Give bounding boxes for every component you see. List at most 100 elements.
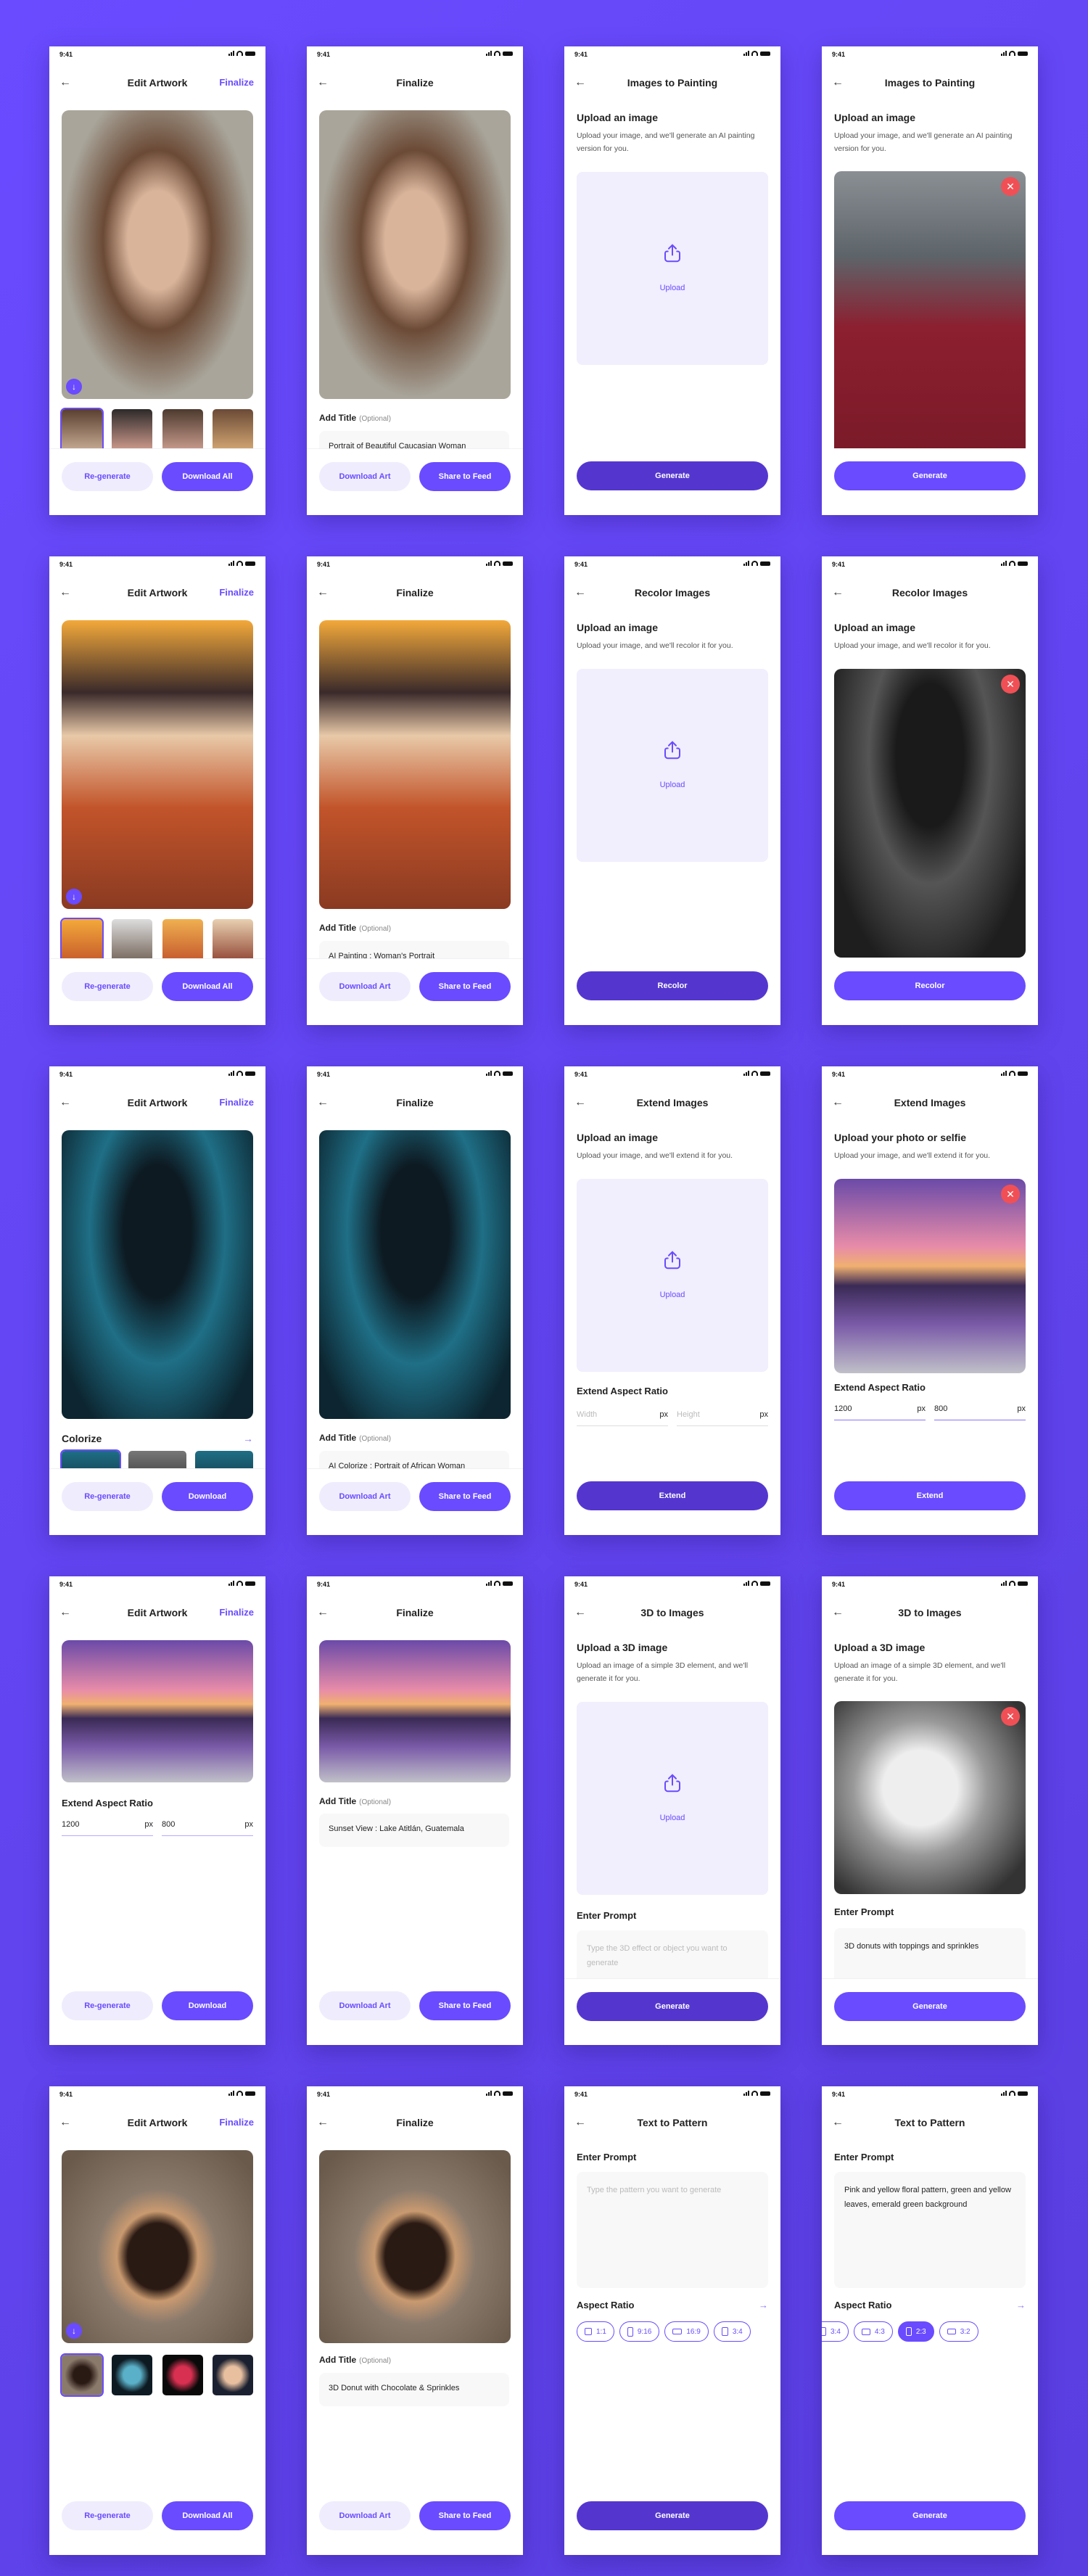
extend-button[interactable]: Extend [834, 1481, 1026, 1510]
finalize-link[interactable]: Finalize [219, 75, 254, 90]
generate-button[interactable]: Generate [577, 2501, 768, 2530]
status-time: 9:41 [317, 1581, 331, 1588]
regenerate-button[interactable]: Re-generate [62, 972, 153, 1001]
prompt-input[interactable]: Pink and yellow floral pattern, green an… [834, 2172, 1026, 2288]
arrow-right-icon[interactable]: → [1016, 2300, 1026, 2310]
screen-3d-empty: 9:41 ← 3D to Images Upload a 3D image Upl… [564, 1576, 780, 2045]
height-input[interactable]: Height px [677, 1407, 768, 1426]
finalize-link[interactable]: Finalize [219, 1095, 254, 1110]
thumbnail[interactable] [112, 2355, 153, 2395]
remove-image-icon[interactable]: ✕ [1001, 1707, 1020, 1726]
regenerate-button[interactable]: Re-generate [62, 462, 153, 491]
download-button[interactable]: Download [162, 1482, 253, 1511]
remove-image-icon[interactable]: ✕ [1001, 675, 1020, 694]
upload-area[interactable]: Upload [577, 172, 768, 365]
add-title-label: Add Title (Optional) [319, 1433, 392, 1443]
arrow-right-icon[interactable]: → [243, 1433, 253, 1444]
status-bar: 9:41 [822, 2086, 1038, 2102]
title-input[interactable]: Sunset View : Lake Atitlán, Guatemala [319, 1814, 509, 1847]
prompt-input[interactable]: 3D donuts with toppings and sprinkles [834, 1928, 1026, 1986]
download-all-button[interactable]: Download All [162, 2501, 253, 2530]
wifi-icon [236, 561, 243, 566]
recolor-button[interactable]: Recolor [577, 971, 768, 1000]
generate-button[interactable]: Generate [834, 461, 1026, 490]
remove-image-icon[interactable]: ✕ [1001, 1185, 1020, 1203]
battery-icon [760, 2091, 770, 2096]
aspect-ratio-heading: Extend Aspect Ratio [577, 1386, 668, 1396]
generate-button[interactable]: Generate [577, 1992, 768, 2021]
upload-area[interactable]: Upload [577, 1702, 768, 1895]
ratio-chip[interactable]: 16:9 [664, 2321, 709, 2342]
upload-area[interactable]: Upload [577, 669, 768, 862]
share-to-feed-button[interactable]: Share to Feed [419, 462, 511, 491]
section-description: Upload an image of a simple 3D element, … [577, 1661, 749, 1683]
aspect-ratio-heading: Extend Aspect Ratio [834, 1382, 926, 1393]
signal-icon [486, 51, 492, 56]
status-time: 9:41 [317, 1071, 331, 1078]
height-input[interactable]: 800 px [934, 1402, 1026, 1420]
ratio-chip[interactable]: 9:16 [619, 2321, 660, 2342]
download-art-button[interactable]: Download Art [319, 2501, 411, 2530]
download-all-button[interactable]: Download All [162, 462, 253, 491]
share-to-feed-button[interactable]: Share to Feed [419, 1991, 511, 2020]
download-icon[interactable]: ↓ [66, 379, 82, 395]
section-heading: Upload an image [577, 112, 659, 123]
ratio-chip-selected[interactable]: 2:3 [897, 2321, 934, 2342]
download-art-button[interactable]: Download Art [319, 972, 411, 1001]
artwork-image: ↓ [62, 2150, 253, 2343]
ratio-chip[interactable]: 4:3 [853, 2321, 893, 2342]
title-input[interactable]: 3D Donut with Chocolate & Sprinkles [319, 2373, 509, 2406]
status-bar: 9:41 [564, 2086, 780, 2102]
generate-button[interactable]: Generate [577, 461, 768, 490]
signal-icon [228, 51, 234, 56]
thumbnail[interactable] [212, 2355, 253, 2395]
upload-label: Upload [659, 284, 685, 293]
width-input[interactable]: 1200 px [62, 1817, 153, 1836]
generate-button[interactable]: Generate [834, 2501, 1026, 2530]
height-input[interactable]: 800 px [162, 1817, 253, 1836]
status-time: 9:41 [574, 1071, 588, 1078]
download-art-button[interactable]: Download Art [319, 462, 411, 491]
remove-image-icon[interactable]: ✕ [1001, 177, 1020, 196]
width-input[interactable]: 1200 px [834, 1402, 926, 1420]
download-art-button[interactable]: Download Art [319, 1482, 411, 1511]
generate-button[interactable]: Generate [834, 1992, 1026, 2021]
extend-button[interactable]: Extend [577, 1481, 768, 1510]
download-icon[interactable]: ↓ [66, 889, 82, 905]
page-title: 3D to Images [640, 1607, 704, 1618]
upload-area[interactable]: Upload [577, 1179, 768, 1372]
regenerate-button[interactable]: Re-generate [62, 1482, 153, 1511]
thumbnail[interactable] [162, 2355, 203, 2395]
uploaded-image: ✕ [834, 171, 1026, 456]
share-to-feed-button[interactable]: Share to Feed [419, 1482, 511, 1511]
signal-icon [228, 1071, 234, 1076]
regenerate-button[interactable]: Re-generate [62, 2501, 153, 2530]
recolor-button[interactable]: Recolor [834, 971, 1026, 1000]
width-input[interactable]: Width px [577, 1407, 668, 1426]
page-title: 3D to Images [898, 1607, 962, 1618]
prompt-input[interactable]: Type the pattern you want to generate [577, 2172, 768, 2288]
battery-icon [245, 1581, 255, 1586]
finalize-link[interactable]: Finalize [219, 2115, 254, 2130]
finalize-link[interactable]: Finalize [219, 1605, 254, 1620]
wifi-icon [494, 1071, 500, 1076]
ratio-chip[interactable]: 3:2 [939, 2321, 978, 2342]
regenerate-button[interactable]: Re-generate [62, 1991, 153, 2020]
share-to-feed-button[interactable]: Share to Feed [419, 2501, 511, 2530]
share-to-feed-button[interactable]: Share to Feed [419, 972, 511, 1001]
ratio-chip[interactable]: 1:1 [577, 2321, 614, 2342]
thumbnail[interactable] [60, 2353, 104, 2397]
page-title: Recolor Images [634, 587, 711, 598]
battery-icon [760, 51, 770, 56]
ratio-chip[interactable]: 3:4 [713, 2321, 751, 2342]
download-button[interactable]: Download [162, 1991, 253, 2020]
arrow-right-icon[interactable]: → [759, 2300, 768, 2310]
ratio-chip[interactable]: 3:4 [822, 2321, 849, 2342]
status-time: 9:41 [317, 2091, 331, 2098]
download-art-button[interactable]: Download Art [319, 1991, 411, 2020]
download-icon[interactable]: ↓ [66, 2323, 82, 2339]
screen-finalize-colorize: 9:41 ← Finalize Add Title (Optional) AI Co… [307, 1066, 523, 1535]
finalize-link[interactable]: Finalize [219, 585, 254, 600]
download-all-button[interactable]: Download All [162, 972, 253, 1001]
signal-icon [228, 1581, 234, 1586]
